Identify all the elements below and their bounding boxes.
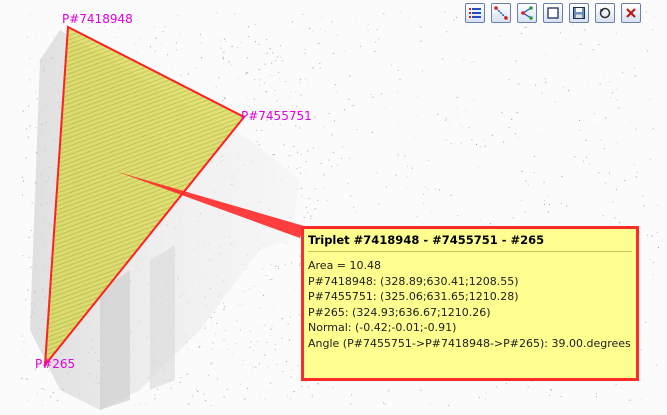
tooltip-point-3: P#265: (324.93;636.67;1210.26) (308, 305, 491, 319)
triangle-icon (521, 6, 533, 20)
close-button[interactable] (621, 3, 641, 23)
tooltip-normal: Normal: (-0.42;-0.01;-0.91) (308, 321, 457, 334)
save-button[interactable] (569, 3, 589, 23)
line-segment-icon (494, 6, 508, 20)
tooltip-point-2: P#7455751: (325.06;631.65;1210.28) (308, 290, 519, 303)
segment-button[interactable] (491, 3, 511, 23)
point-label-p1: P#7418948 (62, 12, 133, 26)
tooltip-point-1: P#7418948: (328.89;630.41;1208.55) (308, 274, 519, 288)
list-button[interactable] (465, 3, 485, 23)
list-icon (469, 8, 481, 18)
label-toolbar (465, 3, 641, 25)
3d-viewport[interactable]: P#7418948 P#7455751 P#265 Triplet #74189… (0, 0, 667, 415)
tooltip-area: Area = 10.48 (308, 259, 382, 272)
triplet-info-tooltip: Triplet #7418948 - #7455751 - #265 Area … (301, 226, 639, 381)
tooltip-angle: Angle (P#7455751->P#7418948->P#265): 39.… (308, 336, 631, 350)
tooltip-title: Triplet #7418948 - #7455751 - #265 (308, 233, 632, 252)
triangle-button[interactable] (517, 3, 537, 23)
square-icon (547, 7, 559, 19)
square-button[interactable] (543, 3, 563, 23)
point-label-p3: P#265 (35, 357, 76, 371)
point-label-p2: P#7455751 (241, 109, 312, 123)
reset-icon (599, 7, 611, 19)
close-icon (626, 8, 636, 18)
window-column (150, 245, 175, 390)
save-icon (573, 7, 585, 19)
reset-button[interactable] (595, 3, 615, 23)
